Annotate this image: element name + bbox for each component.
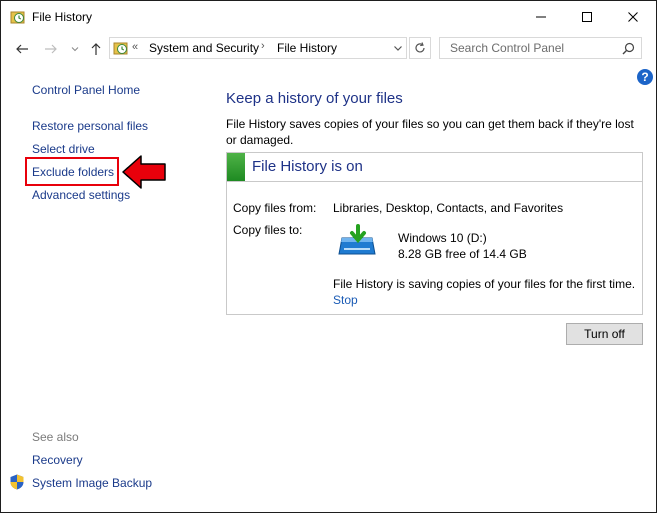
sidebar-link-restore-personal-files[interactable]: Restore personal files [32, 119, 148, 133]
file-history-window: File History « System and Security › Fil… [0, 0, 657, 513]
copy-from-label: Copy files from: [233, 201, 317, 215]
search-input[interactable]: Search Control Panel [450, 41, 564, 55]
red-arrow-icon [122, 155, 166, 189]
sidebar-link-select-drive[interactable]: Select drive [32, 142, 95, 156]
minimize-icon [536, 16, 546, 18]
back-arrow-icon [16, 44, 28, 54]
forward-button[interactable] [43, 41, 59, 57]
sidebar-link-control-panel-home[interactable]: Control Panel Home [32, 83, 140, 97]
status-title: File History is on [252, 158, 363, 175]
navigation-bar: « System and Security › File History Sea… [1, 34, 656, 64]
back-button[interactable] [14, 41, 30, 57]
maximize-button[interactable] [564, 1, 610, 33]
exclude-folders-highlight [25, 157, 119, 186]
turn-off-button[interactable]: Turn off [566, 323, 643, 345]
page-heading: Keep a history of your files [226, 90, 403, 107]
drive-icon [338, 224, 376, 255]
see-also-label: See also [32, 430, 79, 444]
drive-name: Windows 10 (D:) [398, 231, 487, 245]
refresh-button[interactable] [409, 37, 431, 59]
close-button[interactable] [610, 1, 656, 33]
recent-locations-button[interactable] [67, 41, 83, 57]
window-title: File History [32, 10, 93, 24]
status-indicator [227, 153, 245, 181]
copy-to-label: Copy files to: [233, 223, 303, 237]
close-icon [628, 12, 638, 22]
search-icon[interactable] [622, 42, 635, 55]
address-bar[interactable]: « System and Security › File History [109, 37, 407, 59]
drive-free-space: 8.28 GB free of 14.4 GB [398, 247, 527, 261]
up-button[interactable] [88, 41, 104, 57]
file-history-icon [113, 42, 128, 55]
see-also-link-system-image-backup[interactable]: System Image Backup [32, 476, 152, 490]
up-arrow-icon [91, 43, 101, 55]
address-overflow-chevron[interactable]: « [132, 41, 138, 53]
status-panel: File History is on Copy files from: Libr… [226, 152, 643, 315]
sidebar-link-advanced-settings[interactable]: Advanced settings [32, 188, 130, 202]
chevron-down-icon[interactable] [393, 43, 403, 53]
refresh-icon [415, 42, 425, 53]
saving-message: File History is saving copies of your fi… [333, 277, 636, 291]
search-box[interactable]: Search Control Panel [439, 37, 642, 59]
maximize-icon [582, 12, 592, 22]
chevron-down-icon [71, 47, 79, 52]
breadcrumb-system-and-security[interactable]: System and Security [149, 41, 259, 55]
stop-link[interactable]: Stop [333, 293, 358, 307]
page-description: File History saves copies of your files … [226, 117, 634, 147]
title-bar: File History [1, 1, 656, 33]
shield-icon [10, 474, 24, 490]
see-also-link-recovery[interactable]: Recovery [32, 453, 83, 467]
minimize-button[interactable] [518, 1, 564, 33]
breadcrumb-separator[interactable]: › [261, 40, 265, 52]
file-history-icon [10, 11, 25, 24]
copy-from-value: Libraries, Desktop, Contacts, and Favori… [333, 201, 564, 215]
breadcrumb-file-history[interactable]: File History [277, 41, 337, 55]
help-icon[interactable]: ? [637, 69, 653, 85]
forward-arrow-icon [45, 44, 57, 54]
status-header: File History is on [227, 153, 642, 182]
